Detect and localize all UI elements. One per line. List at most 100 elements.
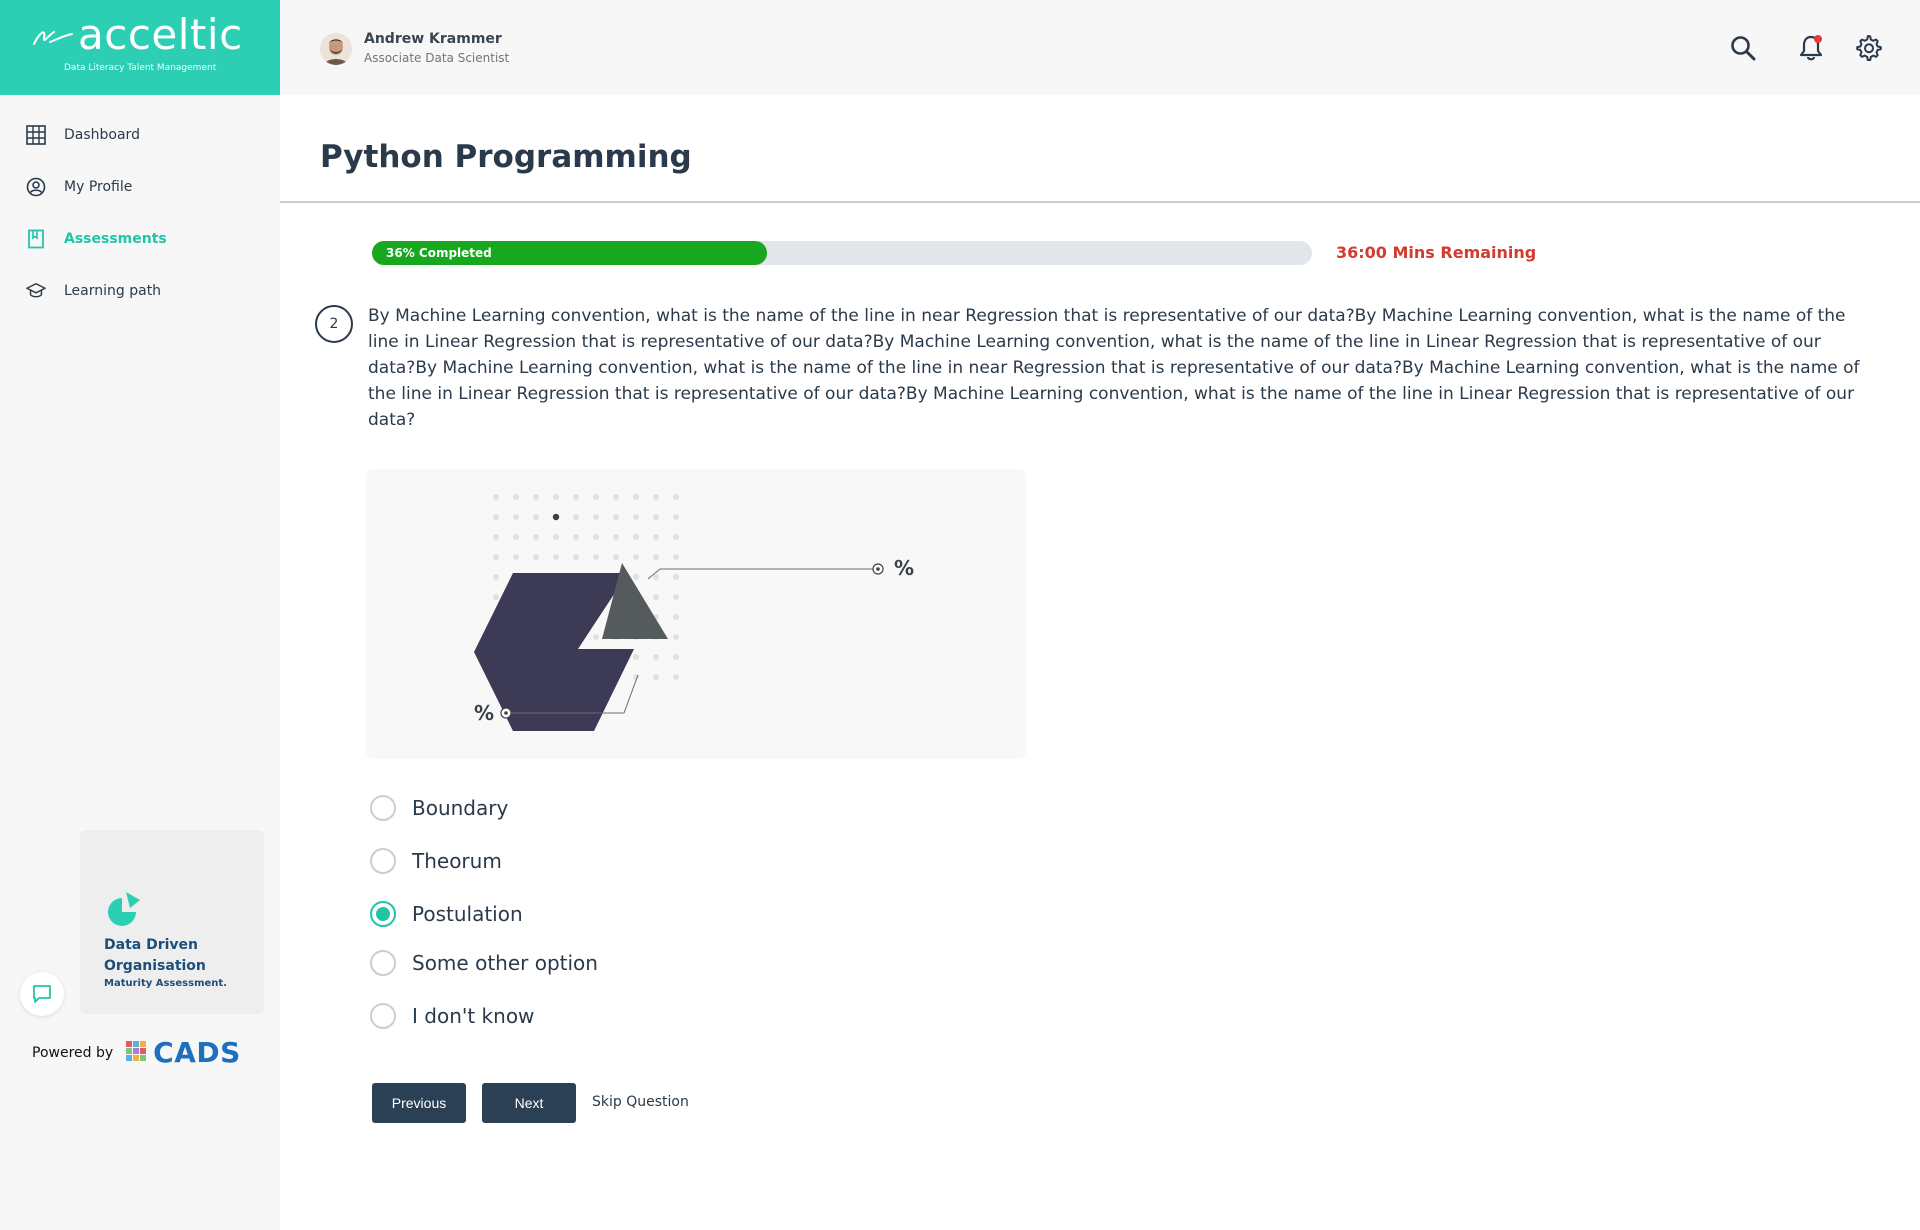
bookmark-book-icon bbox=[26, 229, 46, 249]
cads-logo-icon bbox=[126, 1040, 147, 1061]
user-circle-icon bbox=[26, 177, 46, 197]
grid-dot bbox=[653, 594, 659, 600]
grid-dot bbox=[673, 614, 679, 620]
time-remaining: 36:00 Mins Remaining bbox=[1336, 243, 1537, 262]
grid-dot bbox=[553, 534, 559, 540]
settings-button[interactable] bbox=[1853, 33, 1883, 63]
radio-button[interactable] bbox=[370, 950, 396, 976]
option-dont-know[interactable]: I don't know bbox=[370, 1003, 770, 1029]
chat-button[interactable] bbox=[20, 972, 64, 1016]
grid-dot bbox=[653, 514, 659, 520]
hexagon-chart-illustration: % % bbox=[474, 494, 914, 731]
avatar[interactable] bbox=[320, 33, 352, 65]
grid-dot bbox=[673, 554, 679, 560]
grid-dot bbox=[533, 534, 539, 540]
sidebar-item-assessments[interactable]: Assessments bbox=[0, 213, 280, 265]
promo-card[interactable]: Data Driven Organisation Maturity Assess… bbox=[80, 830, 264, 1014]
grid-dot bbox=[573, 534, 579, 540]
sidebar-item-label: Learning path bbox=[64, 283, 162, 299]
figure-label-bottom-left: % bbox=[474, 701, 494, 725]
skip-question-link[interactable]: Skip Question bbox=[592, 1094, 689, 1110]
grid-dot bbox=[493, 574, 499, 580]
grid-dot bbox=[673, 574, 679, 580]
sidebar-item-label: Dashboard bbox=[64, 127, 140, 143]
sidebar-nav: Dashboard My Profile Assessments Learnin… bbox=[0, 109, 280, 317]
grid-dot bbox=[613, 554, 619, 560]
search-icon bbox=[1731, 36, 1756, 61]
bell-icon bbox=[1799, 35, 1823, 61]
grid-dot bbox=[673, 674, 679, 680]
grid-dot bbox=[653, 494, 659, 500]
progress-fill: 36% Completed bbox=[372, 241, 767, 265]
grid-dot bbox=[613, 494, 619, 500]
previous-button[interactable]: Previous bbox=[372, 1083, 466, 1123]
brand-name: acceltic bbox=[78, 10, 243, 59]
top-bar: Andrew Krammer Associate Data Scientist bbox=[280, 0, 1920, 95]
option-label: Some other option bbox=[412, 951, 598, 975]
figure-label-top-right: % bbox=[894, 556, 914, 580]
grid-dot bbox=[673, 534, 679, 540]
grid-dot bbox=[653, 554, 659, 560]
option-label: I don't know bbox=[412, 1004, 535, 1028]
connector-top-node-dot bbox=[876, 567, 880, 571]
user-role: Associate Data Scientist bbox=[364, 51, 510, 65]
grid-dot bbox=[593, 534, 599, 540]
user-name: Andrew Krammer bbox=[364, 31, 502, 47]
grid-dot bbox=[653, 534, 659, 540]
grid-dot bbox=[573, 494, 579, 500]
grid-dot bbox=[653, 574, 659, 580]
sidebar-item-dashboard[interactable]: Dashboard bbox=[0, 109, 280, 161]
radio-button[interactable] bbox=[370, 848, 396, 874]
grid-dot bbox=[533, 554, 539, 560]
powered-by: Powered by CADS bbox=[32, 1036, 241, 1069]
search-button[interactable] bbox=[1728, 33, 1758, 63]
grid-dot bbox=[673, 514, 679, 520]
notifications-button[interactable] bbox=[1796, 33, 1826, 63]
grid-dot bbox=[673, 594, 679, 600]
next-button[interactable]: Next bbox=[482, 1083, 576, 1123]
graduation-cap-icon bbox=[26, 281, 46, 301]
question-figure: % % bbox=[366, 469, 1026, 759]
radio-button[interactable] bbox=[370, 1003, 396, 1029]
brand-header[interactable]: acceltic Data Literacy Talent Management bbox=[0, 0, 280, 95]
brand-logo-icon bbox=[33, 31, 73, 45]
grid-dot bbox=[493, 514, 499, 520]
sidebar-item-my-profile[interactable]: My Profile bbox=[0, 161, 280, 213]
option-theorum[interactable]: Theorum bbox=[370, 848, 770, 874]
sidebar-item-label: Assessments bbox=[64, 231, 167, 247]
sidebar: acceltic Data Literacy Talent Management… bbox=[0, 0, 280, 1230]
grid-dot bbox=[573, 554, 579, 560]
radio-button[interactable] bbox=[370, 795, 396, 821]
grid-dot bbox=[513, 534, 519, 540]
option-postulation[interactable]: Postulation bbox=[370, 901, 770, 927]
grid-dot bbox=[513, 494, 519, 500]
main-content: Python Programming 36% Completed 36:00 M… bbox=[280, 95, 1920, 1230]
grid-dot bbox=[593, 634, 599, 640]
grid-dot bbox=[673, 654, 679, 660]
sidebar-item-label: My Profile bbox=[64, 179, 133, 195]
grid-dot bbox=[552, 513, 560, 521]
grid-dot bbox=[593, 514, 599, 520]
connector-bottom-node-dot bbox=[504, 711, 508, 715]
brand-tagline: Data Literacy Talent Management bbox=[64, 63, 217, 73]
grid-dot bbox=[533, 514, 539, 520]
option-boundary[interactable]: Boundary bbox=[370, 795, 770, 821]
grid-dot bbox=[593, 494, 599, 500]
page-title: Python Programming bbox=[320, 139, 692, 175]
option-label: Theorum bbox=[412, 849, 502, 873]
grid-dot bbox=[493, 554, 499, 560]
grid-dot bbox=[553, 494, 559, 500]
grid-dot bbox=[613, 534, 619, 540]
grid-icon bbox=[26, 125, 46, 145]
progress-bar: 36% Completed bbox=[372, 241, 1312, 265]
grid-dot bbox=[673, 494, 679, 500]
grid-dot bbox=[593, 554, 599, 560]
promo-subtitle: Maturity Assessment. bbox=[104, 978, 227, 989]
option-some-other[interactable]: Some other option bbox=[370, 950, 770, 976]
chat-icon bbox=[33, 985, 51, 1003]
progress-label: 36% Completed bbox=[386, 246, 492, 260]
grid-dot bbox=[653, 674, 659, 680]
sidebar-item-learning-path[interactable]: Learning path bbox=[0, 265, 280, 317]
radio-button-selected[interactable] bbox=[370, 901, 396, 927]
grid-dot bbox=[633, 574, 639, 580]
